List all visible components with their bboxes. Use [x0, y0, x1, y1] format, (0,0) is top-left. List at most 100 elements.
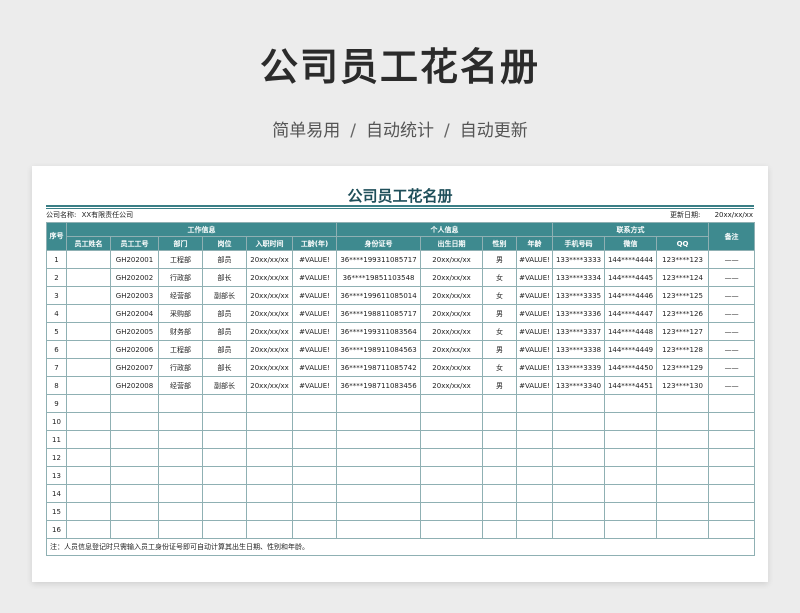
cell-wechat[interactable]	[604, 412, 658, 431]
cell-age[interactable]	[516, 430, 554, 449]
cell-gender[interactable]	[482, 412, 518, 431]
cell-department[interactable]	[158, 394, 203, 413]
cell-seq[interactable]: 2	[46, 268, 67, 287]
cell-seniority[interactable]	[291, 502, 338, 521]
cell-hire-date[interactable]	[246, 520, 293, 539]
cell-phone[interactable]	[552, 466, 606, 485]
cell-remark[interactable]: ——	[708, 340, 756, 359]
cell-qq[interactable]: 123****127	[656, 322, 710, 341]
cell-seq[interactable]: 9	[46, 394, 67, 413]
cell-birth-date[interactable]	[420, 484, 484, 503]
cell-hire-date[interactable]	[246, 448, 293, 467]
cell-emp-id[interactable]: GH202001	[110, 250, 159, 269]
cell-birth-date[interactable]	[420, 430, 484, 449]
cell-seniority[interactable]: #VALUE!	[291, 286, 338, 305]
cell-seq[interactable]: 14	[46, 484, 67, 503]
cell-seq[interactable]: 6	[46, 340, 67, 359]
cell-emp-id[interactable]: GH202005	[110, 322, 159, 341]
cell-birth-date[interactable]	[420, 520, 484, 539]
cell-department[interactable]: 工程部	[158, 250, 203, 269]
cell-phone[interactable]: 133****3336	[552, 304, 606, 323]
cell-birth-date[interactable]	[420, 448, 484, 467]
cell-seq[interactable]: 10	[46, 412, 67, 431]
cell-seniority[interactable]: #VALUE!	[291, 268, 338, 287]
cell-age[interactable]: #VALUE!	[516, 250, 554, 269]
cell-seq[interactable]: 16	[46, 520, 67, 539]
cell-emp-id[interactable]: GH202008	[110, 376, 159, 395]
cell-age[interactable]: #VALUE!	[516, 286, 554, 305]
cell-emp-id[interactable]	[110, 430, 159, 449]
cell-qq[interactable]	[656, 412, 710, 431]
cell-seniority[interactable]	[291, 412, 338, 431]
cell-id-number[interactable]: 36****198811085717	[336, 304, 422, 323]
cell-hire-date[interactable]	[246, 412, 293, 431]
cell-age[interactable]	[516, 394, 554, 413]
cell-department[interactable]	[158, 484, 203, 503]
cell-name[interactable]	[66, 502, 111, 521]
cell-department[interactable]: 财务部	[158, 322, 203, 341]
cell-position[interactable]: 部员	[202, 322, 247, 341]
cell-seniority[interactable]	[291, 466, 338, 485]
cell-emp-id[interactable]: GH202007	[110, 358, 159, 377]
cell-gender[interactable]: 男	[482, 340, 518, 359]
cell-wechat[interactable]	[604, 394, 658, 413]
cell-seq[interactable]: 7	[46, 358, 67, 377]
cell-emp-id[interactable]	[110, 502, 159, 521]
cell-gender[interactable]: 男	[482, 250, 518, 269]
cell-position[interactable]	[202, 430, 247, 449]
cell-id-number[interactable]	[336, 448, 422, 467]
cell-id-number[interactable]: 36****199311083564	[336, 322, 422, 341]
cell-department[interactable]: 行政部	[158, 268, 203, 287]
cell-age[interactable]: #VALUE!	[516, 340, 554, 359]
cell-hire-date[interactable]: 20xx/xx/xx	[246, 304, 293, 323]
cell-gender[interactable]: 男	[482, 376, 518, 395]
cell-name[interactable]	[66, 448, 111, 467]
cell-hire-date[interactable]	[246, 484, 293, 503]
cell-position[interactable]	[202, 520, 247, 539]
cell-birth-date[interactable]: 20xx/xx/xx	[420, 268, 484, 287]
cell-age[interactable]	[516, 448, 554, 467]
cell-name[interactable]	[66, 250, 111, 269]
cell-qq[interactable]: 123****126	[656, 304, 710, 323]
cell-seniority[interactable]	[291, 394, 338, 413]
cell-remark[interactable]: ——	[708, 304, 756, 323]
cell-department[interactable]: 经营部	[158, 376, 203, 395]
cell-position[interactable]: 部长	[202, 268, 247, 287]
cell-gender[interactable]	[482, 466, 518, 485]
cell-seq[interactable]: 15	[46, 502, 67, 521]
cell-position[interactable]	[202, 484, 247, 503]
cell-id-number[interactable]	[336, 502, 422, 521]
cell-age[interactable]	[516, 502, 554, 521]
cell-name[interactable]	[66, 358, 111, 377]
cell-gender[interactable]	[482, 394, 518, 413]
cell-remark[interactable]	[708, 484, 756, 503]
cell-id-number[interactable]: 36****199611085014	[336, 286, 422, 305]
cell-phone[interactable]	[552, 448, 606, 467]
cell-gender[interactable]	[482, 502, 518, 521]
cell-department[interactable]: 采购部	[158, 304, 203, 323]
cell-phone[interactable]: 133****3335	[552, 286, 606, 305]
cell-birth-date[interactable]: 20xx/xx/xx	[420, 376, 484, 395]
cell-name[interactable]	[66, 268, 111, 287]
cell-id-number[interactable]	[336, 520, 422, 539]
cell-seniority[interactable]	[291, 484, 338, 503]
cell-hire-date[interactable]: 20xx/xx/xx	[246, 358, 293, 377]
cell-seniority[interactable]: #VALUE!	[291, 250, 338, 269]
cell-emp-id[interactable]: GH202004	[110, 304, 159, 323]
cell-gender[interactable]	[482, 430, 518, 449]
cell-gender[interactable]: 女	[482, 358, 518, 377]
cell-gender[interactable]: 女	[482, 268, 518, 287]
cell-id-number[interactable]: 36****198711083456	[336, 376, 422, 395]
cell-seq[interactable]: 4	[46, 304, 67, 323]
cell-seniority[interactable]: #VALUE!	[291, 376, 338, 395]
cell-position[interactable]: 副部长	[202, 376, 247, 395]
cell-department[interactable]	[158, 466, 203, 485]
cell-age[interactable]: #VALUE!	[516, 376, 554, 395]
cell-name[interactable]	[66, 286, 111, 305]
cell-qq[interactable]	[656, 394, 710, 413]
cell-remark[interactable]	[708, 394, 756, 413]
cell-wechat[interactable]: 144****4450	[604, 358, 658, 377]
cell-emp-id[interactable]: GH202003	[110, 286, 159, 305]
cell-wechat[interactable]	[604, 448, 658, 467]
cell-name[interactable]	[66, 394, 111, 413]
